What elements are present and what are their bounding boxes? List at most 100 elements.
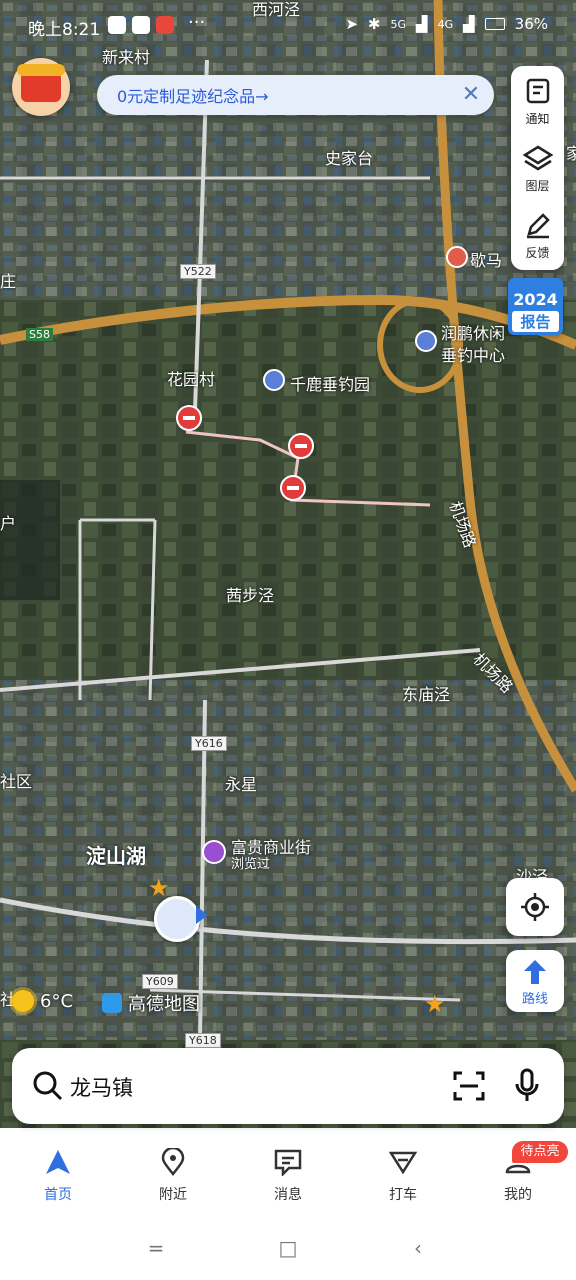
location-pin-icon [161, 1146, 185, 1177]
notice-label: 通知 [525, 112, 550, 126]
amap-brand-name: 高德地图 [128, 994, 200, 1015]
profile-badge[interactable]: 待点亮 [512, 1141, 568, 1163]
search-input[interactable]: 龙马镇 [70, 1072, 133, 1102]
no-entry-icon[interactable] [176, 405, 202, 431]
temperature: 6°C [40, 990, 74, 1012]
locate-me-button[interactable] [506, 878, 564, 936]
road-sign: S58 [26, 328, 53, 341]
heading-arrow-icon [196, 906, 208, 924]
place-label[interactable]: 花园村 [167, 366, 215, 390]
shopping-pin-icon[interactable] [202, 840, 226, 864]
route-arrow-icon [524, 960, 546, 984]
road-name-label[interactable]: 机场路 [445, 497, 484, 551]
tab-messages[interactable]: 消息 [248, 1148, 328, 1204]
no-entry-icon[interactable] [288, 433, 314, 459]
notice-button[interactable]: 通知 [511, 70, 564, 136]
app-notification-icon [132, 16, 150, 34]
pin-icon[interactable] [415, 330, 437, 352]
place-label[interactable]: 庄 [0, 268, 16, 292]
tab-taxi[interactable]: 打车 [363, 1148, 443, 1204]
no-entry-icon[interactable] [280, 475, 306, 501]
battery-icon [484, 18, 505, 30]
back-nav-button[interactable]: ‹ [398, 1236, 438, 1264]
pin-icon[interactable] [263, 369, 285, 391]
road-name-label[interactable]: 机场路 [469, 647, 520, 698]
place-label[interactable]: 润鹏休闲 [441, 320, 505, 344]
place-label[interactable]: 千鹿垂钓园 [290, 371, 370, 395]
taxi-icon [388, 1151, 418, 1175]
tab-home-label: 首页 [44, 1187, 72, 1203]
battery-percent: 36% [514, 15, 548, 33]
route-label: 路线 [521, 992, 548, 1007]
layers-icon [522, 145, 553, 171]
bottom-tab-bar: 首页 附近 消息 打车 我的 [0, 1136, 576, 1218]
status-time: 晚上8:21 [28, 20, 101, 40]
tab-home[interactable]: 首页 [18, 1148, 98, 1204]
place-label[interactable]: 茜步泾 [226, 582, 274, 606]
signal-icon: ▟ [463, 15, 475, 33]
satellite-map[interactable]: 西河泾 新来村 史家台 歇马 庄 润鹏休闲 垂钓中心 花园村 千鹿垂钓园 户 茜… [0, 0, 576, 1128]
message-icon [274, 1149, 302, 1178]
road-sign: Y609 [142, 974, 178, 989]
menu-nav-button[interactable]: = [136, 1236, 176, 1264]
road-sign: Y522 [180, 264, 216, 279]
place-label[interactable]: 东庙泾 [402, 681, 450, 705]
promo-banner-text[interactable]: 0元定制足迹纪念品→ [117, 83, 269, 107]
sun-icon [12, 990, 34, 1012]
close-icon[interactable]: ✕ [458, 82, 484, 108]
app-notification-icon [108, 16, 126, 34]
place-label[interactable]: 淀山湖 [86, 840, 146, 869]
poi-visited-label: 浏览过 [231, 857, 271, 872]
network-4g-label: 4G [437, 17, 454, 31]
app-notification-icon [156, 16, 174, 34]
current-location-marker[interactable] [154, 896, 200, 942]
layers-button[interactable]: 图层 [511, 137, 564, 203]
notification-icons [108, 16, 174, 34]
favorite-star-icon[interactable]: ★ [424, 990, 446, 1018]
tab-profile-label: 我的 [504, 1187, 532, 1203]
weather-widget[interactable]: 6°C [12, 990, 73, 1012]
feedback-button[interactable]: 反馈 [511, 204, 564, 270]
status-bar: 晚上8:21 ··· ➤ ✱ 5G ▟ 4G ▟ 36% [0, 0, 576, 52]
search-bar[interactable]: 龙马镇 [12, 1048, 564, 1124]
amap-logo: 高德地图 [102, 990, 200, 1016]
scan-icon[interactable] [452, 1070, 486, 1102]
road-sign: Y616 [191, 736, 227, 751]
place-label[interactable]: 垂钓中心 [441, 342, 505, 366]
map-side-toolbar: 通知 图层 反馈 [511, 66, 564, 270]
annual-report-badge[interactable]: 2024 报告 [508, 278, 563, 335]
home-nav-button[interactable]: □ [268, 1236, 308, 1264]
status-right: ➤ ✱ 5G ▟ 4G ▟ 36% [345, 15, 548, 33]
pin-icon[interactable] [446, 246, 468, 268]
promo-banner[interactable]: 0元定制足迹纪念品→ ✕ [97, 75, 494, 115]
tab-messages-label: 消息 [274, 1187, 302, 1203]
tab-nearby-label: 附近 [159, 1187, 187, 1203]
place-label[interactable]: 歇马 [470, 247, 502, 271]
report-label: 报告 [512, 311, 559, 332]
search-icon [33, 1071, 63, 1101]
home-arrow-icon [46, 1150, 70, 1174]
system-nav-bar: = □ ‹ [0, 1218, 576, 1280]
feedback-icon [526, 213, 550, 239]
road-sign: Y618 [185, 1033, 221, 1048]
amap-logo-icon [102, 993, 122, 1013]
place-label[interactable]: 史家台 [325, 145, 373, 169]
signal-icon: ▟ [416, 15, 428, 33]
route-button[interactable]: 路线 [506, 950, 564, 1012]
location-icon: ➤ [345, 15, 358, 33]
microphone-icon[interactable] [514, 1068, 540, 1104]
gift-box-icon [17, 64, 65, 102]
network-5g-label: 5G [390, 17, 407, 31]
crosshair-icon [521, 893, 549, 921]
report-year: 2024 [513, 290, 558, 309]
tab-nearby[interactable]: 附近 [133, 1146, 213, 1204]
place-label[interactable]: 户 [0, 510, 16, 534]
bluetooth-icon: ✱ [367, 15, 381, 33]
place-label[interactable]: 社区 [0, 768, 32, 792]
gift-promo-avatar[interactable] [12, 58, 70, 116]
place-label[interactable]: 家 [566, 140, 576, 164]
tab-taxi-label: 打车 [389, 1187, 417, 1203]
place-label[interactable]: 永星 [225, 771, 257, 795]
feedback-label: 反馈 [525, 246, 550, 260]
notice-icon [526, 78, 549, 104]
